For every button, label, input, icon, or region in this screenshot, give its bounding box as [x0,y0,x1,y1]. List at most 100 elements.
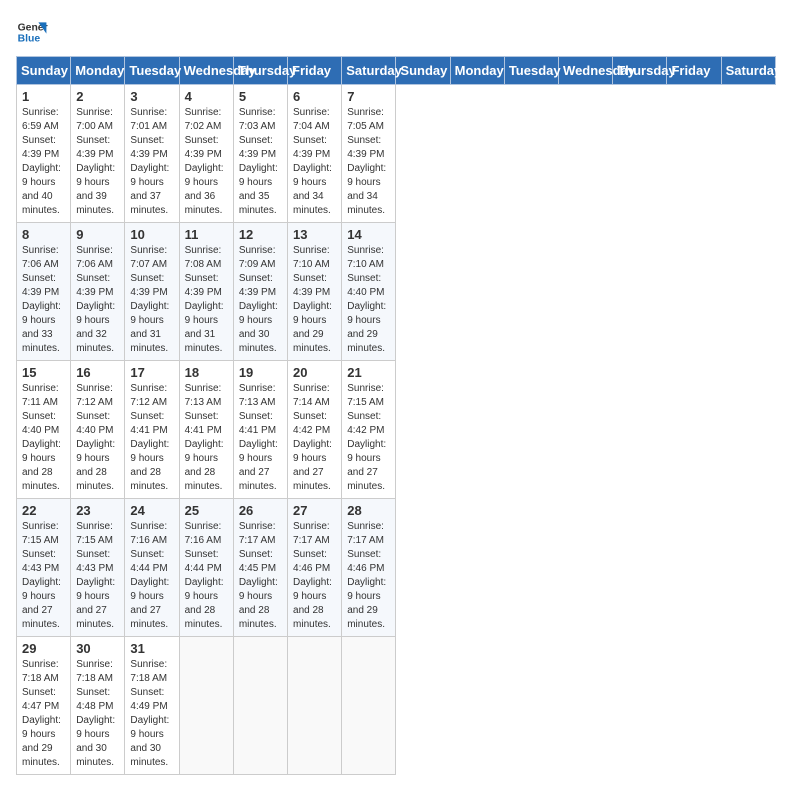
column-header-thursday: Thursday [233,57,287,85]
day-info: Sunrise: 7:18 AM Sunset: 4:47 PM Dayligh… [22,658,65,770]
day-info: Sunrise: 7:04 AM Sunset: 4:39 PM Dayligh… [293,106,336,218]
day-number: 7 [347,89,390,104]
day-number: 4 [185,89,228,104]
calendar-cell: 16 Sunrise: 7:12 AM Sunset: 4:40 PM Dayl… [71,361,125,499]
column-header-wednesday: Wednesday [559,57,613,85]
calendar-cell: 5 Sunrise: 7:03 AM Sunset: 4:39 PM Dayli… [233,85,287,223]
calendar-cell: 26 Sunrise: 7:17 AM Sunset: 4:45 PM Dayl… [233,499,287,637]
day-info: Sunrise: 7:03 AM Sunset: 4:39 PM Dayligh… [239,106,282,218]
day-info: Sunrise: 6:59 AM Sunset: 4:39 PM Dayligh… [22,106,65,218]
day-info: Sunrise: 7:06 AM Sunset: 4:39 PM Dayligh… [76,244,119,356]
day-info: Sunrise: 7:08 AM Sunset: 4:39 PM Dayligh… [185,244,228,356]
calendar-week-5: 29 Sunrise: 7:18 AM Sunset: 4:47 PM Dayl… [17,637,776,775]
logo: General Blue [16,16,48,48]
calendar-cell: 11 Sunrise: 7:08 AM Sunset: 4:39 PM Dayl… [179,223,233,361]
day-number: 22 [22,503,65,518]
svg-text:Blue: Blue [18,34,41,45]
day-number: 12 [239,227,282,242]
day-number: 16 [76,365,119,380]
day-number: 17 [130,365,173,380]
calendar-cell: 2 Sunrise: 7:00 AM Sunset: 4:39 PM Dayli… [71,85,125,223]
calendar-week-2: 8 Sunrise: 7:06 AM Sunset: 4:39 PM Dayli… [17,223,776,361]
day-number: 28 [347,503,390,518]
day-number: 2 [76,89,119,104]
day-number: 8 [22,227,65,242]
column-header-sunday: Sunday [396,57,450,85]
calendar-cell: 6 Sunrise: 7:04 AM Sunset: 4:39 PM Dayli… [288,85,342,223]
calendar-cell: 3 Sunrise: 7:01 AM Sunset: 4:39 PM Dayli… [125,85,179,223]
calendar-cell [179,637,233,775]
calendar-cell: 1 Sunrise: 6:59 AM Sunset: 4:39 PM Dayli… [17,85,71,223]
day-number: 29 [22,641,65,656]
day-info: Sunrise: 7:15 AM Sunset: 4:43 PM Dayligh… [22,520,65,632]
day-info: Sunrise: 7:06 AM Sunset: 4:39 PM Dayligh… [22,244,65,356]
calendar-cell: 13 Sunrise: 7:10 AM Sunset: 4:39 PM Dayl… [288,223,342,361]
calendar-cell: 28 Sunrise: 7:17 AM Sunset: 4:46 PM Dayl… [342,499,396,637]
column-header-thursday: Thursday [613,57,667,85]
day-info: Sunrise: 7:18 AM Sunset: 4:49 PM Dayligh… [130,658,173,770]
calendar-cell: 18 Sunrise: 7:13 AM Sunset: 4:41 PM Dayl… [179,361,233,499]
calendar-cell [288,637,342,775]
calendar-header-row: SundayMondayTuesdayWednesdayThursdayFrid… [17,57,776,85]
day-info: Sunrise: 7:00 AM Sunset: 4:39 PM Dayligh… [76,106,119,218]
logo-icon: General Blue [16,16,48,48]
calendar-cell: 9 Sunrise: 7:06 AM Sunset: 4:39 PM Dayli… [71,223,125,361]
day-info: Sunrise: 7:01 AM Sunset: 4:39 PM Dayligh… [130,106,173,218]
calendar-cell: 20 Sunrise: 7:14 AM Sunset: 4:42 PM Dayl… [288,361,342,499]
day-info: Sunrise: 7:16 AM Sunset: 4:44 PM Dayligh… [185,520,228,632]
calendar-cell: 8 Sunrise: 7:06 AM Sunset: 4:39 PM Dayli… [17,223,71,361]
day-number: 30 [76,641,119,656]
calendar-week-4: 22 Sunrise: 7:15 AM Sunset: 4:43 PM Dayl… [17,499,776,637]
calendar-cell: 31 Sunrise: 7:18 AM Sunset: 4:49 PM Dayl… [125,637,179,775]
column-header-tuesday: Tuesday [504,57,558,85]
page-header: General Blue [16,16,776,48]
day-number: 5 [239,89,282,104]
column-header-sunday: Sunday [17,57,71,85]
calendar-cell: 17 Sunrise: 7:12 AM Sunset: 4:41 PM Dayl… [125,361,179,499]
day-number: 24 [130,503,173,518]
calendar-cell: 21 Sunrise: 7:15 AM Sunset: 4:42 PM Dayl… [342,361,396,499]
day-number: 14 [347,227,390,242]
day-info: Sunrise: 7:10 AM Sunset: 4:39 PM Dayligh… [293,244,336,356]
day-number: 1 [22,89,65,104]
column-header-saturday: Saturday [342,57,396,85]
calendar-table: SundayMondayTuesdayWednesdayThursdayFrid… [16,56,776,775]
day-info: Sunrise: 7:10 AM Sunset: 4:40 PM Dayligh… [347,244,390,356]
column-header-friday: Friday [667,57,721,85]
calendar-cell: 7 Sunrise: 7:05 AM Sunset: 4:39 PM Dayli… [342,85,396,223]
day-number: 23 [76,503,119,518]
calendar-cell: 15 Sunrise: 7:11 AM Sunset: 4:40 PM Dayl… [17,361,71,499]
day-number: 15 [22,365,65,380]
column-header-monday: Monday [71,57,125,85]
day-info: Sunrise: 7:07 AM Sunset: 4:39 PM Dayligh… [130,244,173,356]
day-info: Sunrise: 7:05 AM Sunset: 4:39 PM Dayligh… [347,106,390,218]
calendar-cell: 30 Sunrise: 7:18 AM Sunset: 4:48 PM Dayl… [71,637,125,775]
calendar-cell: 29 Sunrise: 7:18 AM Sunset: 4:47 PM Dayl… [17,637,71,775]
calendar-cell: 10 Sunrise: 7:07 AM Sunset: 4:39 PM Dayl… [125,223,179,361]
day-number: 6 [293,89,336,104]
calendar-cell: 14 Sunrise: 7:10 AM Sunset: 4:40 PM Dayl… [342,223,396,361]
day-number: 20 [293,365,336,380]
day-info: Sunrise: 7:15 AM Sunset: 4:43 PM Dayligh… [76,520,119,632]
day-info: Sunrise: 7:17 AM Sunset: 4:46 PM Dayligh… [293,520,336,632]
calendar-cell: 12 Sunrise: 7:09 AM Sunset: 4:39 PM Dayl… [233,223,287,361]
calendar-cell: 19 Sunrise: 7:13 AM Sunset: 4:41 PM Dayl… [233,361,287,499]
calendar-week-3: 15 Sunrise: 7:11 AM Sunset: 4:40 PM Dayl… [17,361,776,499]
day-number: 13 [293,227,336,242]
day-info: Sunrise: 7:12 AM Sunset: 4:41 PM Dayligh… [130,382,173,494]
calendar-cell: 25 Sunrise: 7:16 AM Sunset: 4:44 PM Dayl… [179,499,233,637]
calendar-cell: 24 Sunrise: 7:16 AM Sunset: 4:44 PM Dayl… [125,499,179,637]
column-header-monday: Monday [450,57,504,85]
day-info: Sunrise: 7:13 AM Sunset: 4:41 PM Dayligh… [185,382,228,494]
column-header-saturday: Saturday [721,57,775,85]
calendar-cell [342,637,396,775]
day-number: 26 [239,503,282,518]
day-info: Sunrise: 7:02 AM Sunset: 4:39 PM Dayligh… [185,106,228,218]
day-info: Sunrise: 7:16 AM Sunset: 4:44 PM Dayligh… [130,520,173,632]
day-number: 10 [130,227,173,242]
calendar-cell: 4 Sunrise: 7:02 AM Sunset: 4:39 PM Dayli… [179,85,233,223]
day-number: 9 [76,227,119,242]
calendar-cell: 23 Sunrise: 7:15 AM Sunset: 4:43 PM Dayl… [71,499,125,637]
column-header-tuesday: Tuesday [125,57,179,85]
day-number: 11 [185,227,228,242]
